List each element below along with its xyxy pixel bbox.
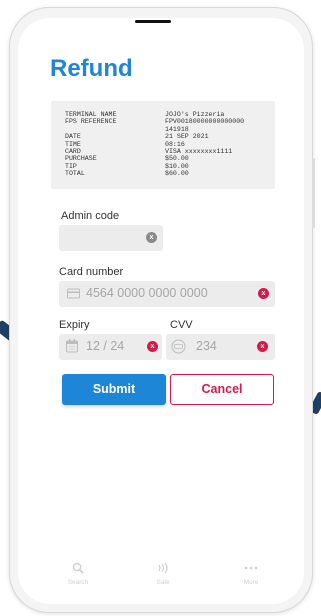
cvv-label: CVV (170, 319, 193, 331)
admin-code-label: Admin code (61, 210, 120, 222)
card-number-label: Card number (59, 266, 124, 278)
card-number-value: 4564 0000 0000 0000 (86, 286, 208, 300)
nav-item-more[interactable]: More (231, 562, 271, 586)
phone-frame (9, 7, 315, 613)
expiry-field[interactable]: 12 / 24 x (59, 334, 162, 360)
receipt-values: JOJO's Pizzeria FPV00180000000000000 141… (165, 111, 245, 178)
cvv-clear-button[interactable]: x (257, 341, 268, 352)
admin-code-clear-button[interactable]: x (146, 232, 157, 243)
phone-side-button (312, 158, 315, 228)
cvv-icon (171, 339, 186, 354)
nav-item-search[interactable]: Search (58, 562, 98, 586)
submit-button[interactable]: Submit (62, 374, 166, 405)
expiry-clear-button[interactable]: x (147, 341, 158, 352)
page-title: Refund (50, 55, 133, 82)
search-icon (58, 562, 98, 576)
nav-sale-label: Sale (156, 579, 170, 586)
nav-search-label: Search (67, 579, 89, 586)
calendar-icon (66, 339, 78, 353)
admin-code-field[interactable]: x (59, 225, 163, 251)
nav-item-sale[interactable]: Sale (143, 562, 183, 586)
receipt-labels: TERMINAL NAME FPS REFERENCE DATE TIME CA… (65, 111, 117, 178)
cvv-value: 234 (196, 339, 217, 353)
expiry-value: 12 / 24 (86, 339, 125, 353)
nav-more-label: More (243, 579, 259, 586)
phone-speaker (135, 20, 171, 23)
receipt-panel: TERMINAL NAME FPS REFERENCE DATE TIME CA… (51, 101, 275, 189)
contactless-icon (143, 562, 183, 576)
card-number-field[interactable]: 4564 0000 0000 0000 x (59, 281, 275, 307)
cancel-button[interactable]: Cancel (170, 374, 274, 405)
more-icon (231, 562, 271, 576)
expiry-label: Expiry (59, 319, 90, 331)
credit-card-icon (67, 288, 80, 299)
cvv-field[interactable]: 234 x (166, 334, 275, 360)
card-number-clear-button[interactable]: x (258, 288, 269, 299)
